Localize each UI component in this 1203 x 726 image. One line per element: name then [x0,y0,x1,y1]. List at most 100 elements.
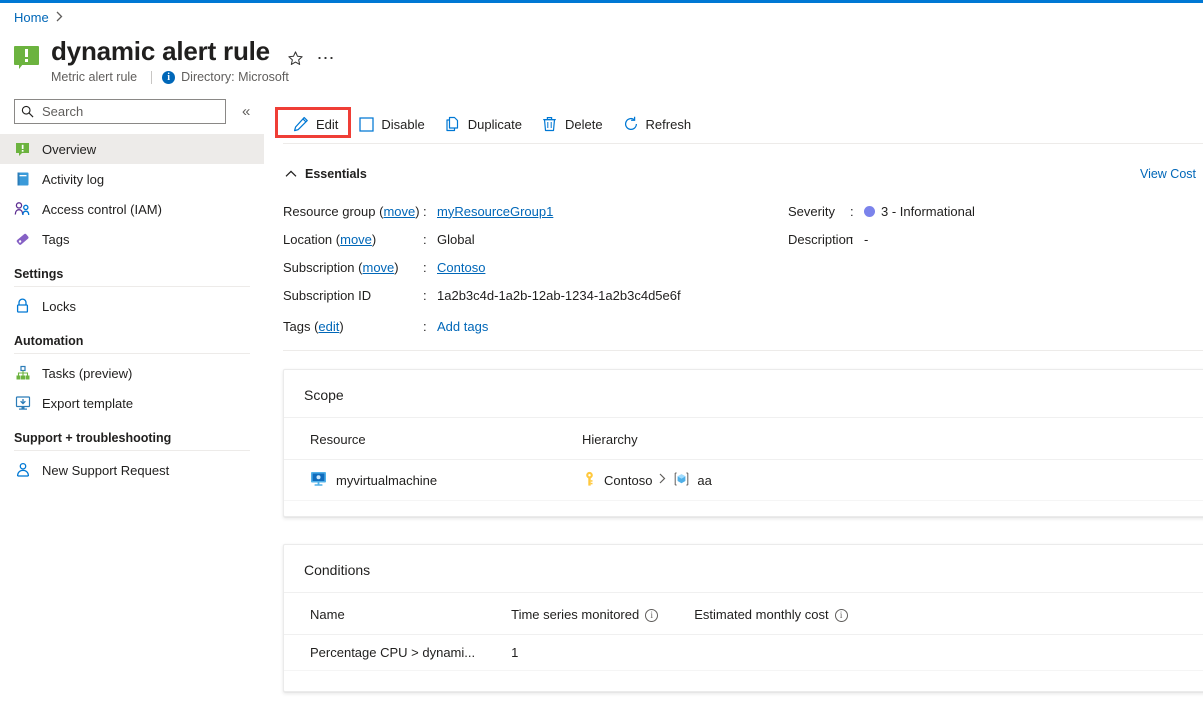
scope-table: Resource Hierarchy myvirtualmachine [284,418,1203,501]
refresh-icon [623,116,639,132]
essentials-colon: : [850,204,864,219]
edit-tags-link[interactable]: edit [318,319,339,334]
support-request-icon [14,462,31,479]
page-subtitle: Metric alert rule i Directory: Microsoft [51,70,289,84]
sidebar-item-label: Locks [42,299,76,314]
ellipsis-icon[interactable]: ⋯ [314,46,338,70]
hierarchy-label-tenant: Contoso [604,473,652,488]
sidebar-item-label: Access control (IAM) [42,202,162,217]
sidebar-item-export-template[interactable]: Export template [0,388,264,418]
move-link[interactable]: move [383,204,415,219]
sidebar-group-title: Automation [14,334,250,348]
sidebar-item-tags[interactable]: Tags [0,224,264,254]
column-header-estimated-cost[interactable]: Estimated monthly costi [668,593,1203,635]
sidebar-item-label: New Support Request [42,463,169,478]
conditions-card: Conditions Name Time series monitoredi E… [283,544,1203,692]
copy-icon [445,116,461,132]
star-icon[interactable] [284,46,308,70]
view-cost-link[interactable]: View Cost [1140,167,1196,181]
sidebar-search-area: « [14,99,253,124]
essentials-key: Subscription ID [283,288,423,303]
info-icon[interactable]: i [835,609,848,622]
edit-button-label: Edit [316,117,338,132]
delete-button-label: Delete [565,117,603,132]
severity-dot-icon [864,206,875,217]
sidebar-group-support: Support + troubleshooting [0,431,264,451]
breadcrumb: Home [14,10,63,25]
sidebar-item-activity-log[interactable]: Activity log [0,164,264,194]
subscription-link[interactable]: Contoso [437,260,485,275]
info-icon[interactable]: i [645,609,658,622]
sidebar-item-overview[interactable]: Overview [0,134,264,164]
double-chevron-left-icon[interactable]: « [239,102,253,121]
pencil-icon [293,116,309,132]
essentials-colon: : [423,260,437,275]
subtitle-divider [151,71,152,84]
essentials-label: Essentials [305,167,367,181]
column-header-name[interactable]: Name [284,593,485,635]
refresh-button-label: Refresh [646,117,692,132]
command-bar: Edit Disable Duplicate Delete Refresh [283,108,701,140]
breadcrumb-item-home[interactable]: Home [14,10,49,25]
sidebar-item-new-support-request[interactable]: New Support Request [0,455,264,485]
access-control-icon [14,201,31,218]
chevron-right-icon [659,473,666,487]
top-accent-bar [0,0,1203,3]
table-row[interactable]: myvirtualmachine Contoso [284,460,1203,501]
column-header-hierarchy[interactable]: Hierarchy [556,418,1203,460]
condition-name-cell: Percentage CPU > dynami... [284,635,485,671]
trash-icon [542,116,558,132]
duplicate-button-label: Duplicate [468,117,522,132]
chevron-up-icon [285,167,297,181]
description-value: - [864,232,868,247]
info-icon: i [162,71,175,84]
conditions-table: Name Time series monitoredi Estimated mo… [284,593,1203,671]
condition-timeseries-cell: 1 [485,635,668,671]
essentials-colon: : [850,232,864,247]
duplicate-button[interactable]: Duplicate [435,111,532,137]
edit-button[interactable]: Edit [283,111,348,137]
essentials-key: Resource group (move) [283,204,423,219]
essentials-key: Tags (edit) [283,319,423,334]
sidebar-item-access-control[interactable]: Access control (IAM) [0,194,264,224]
essentials-row-tags: Tags (edit) : Add tags [283,319,488,334]
disable-button[interactable]: Disable [348,111,434,137]
sidebar-item-tasks[interactable]: Tasks (preview) [0,358,264,388]
essentials-left-column: Resource group (move) : myResourceGroup1… [283,197,681,309]
condition-cost-cell [668,635,1203,671]
essentials-row-subscription-id: Subscription ID : 1a2b3c4d-1a2b-12ab-123… [283,281,681,309]
add-tags-link[interactable]: Add tags [437,319,488,334]
resource-group-link[interactable]: myResourceGroup1 [437,204,553,219]
alert-rule-icon [14,141,31,158]
tasks-icon [14,365,31,382]
essentials-row-resource-group: Resource group (move) : myResourceGroup1 [283,197,681,225]
column-header-time-series[interactable]: Time series monitoredi [485,593,668,635]
sidebar-item-label: Export template [42,396,133,411]
disable-button-label: Disable [381,117,424,132]
sidebar-item-label: Overview [42,142,96,157]
title-actions: ⋯ [284,46,338,70]
refresh-button[interactable]: Refresh [613,111,702,137]
column-header-resource[interactable]: Resource [284,418,556,460]
command-bar-divider [283,143,1203,144]
virtual-machine-icon [310,470,327,490]
essentials-colon: : [423,288,437,303]
sidebar-item-locks[interactable]: Locks [0,291,264,321]
table-row[interactable]: Percentage CPU > dynami... 1 [284,635,1203,671]
tags-icon [14,231,31,248]
move-link[interactable]: move [340,232,372,247]
sidebar-item-label: Activity log [42,172,104,187]
essentials-toggle[interactable]: Essentials [285,167,367,181]
checkbox-empty-icon [358,116,374,132]
sidebar-group-settings: Settings [0,267,264,287]
sidebar-group-title: Settings [14,267,250,281]
search-box[interactable] [14,99,226,124]
directory-label: Directory: Microsoft [181,70,289,84]
move-link[interactable]: move [363,260,395,275]
search-input[interactable] [40,103,219,120]
resource-group-icon [673,471,690,490]
delete-button[interactable]: Delete [532,111,613,137]
sidebar-group-automation: Automation [0,334,264,354]
group-divider [14,353,250,354]
essentials-divider [283,350,1203,351]
